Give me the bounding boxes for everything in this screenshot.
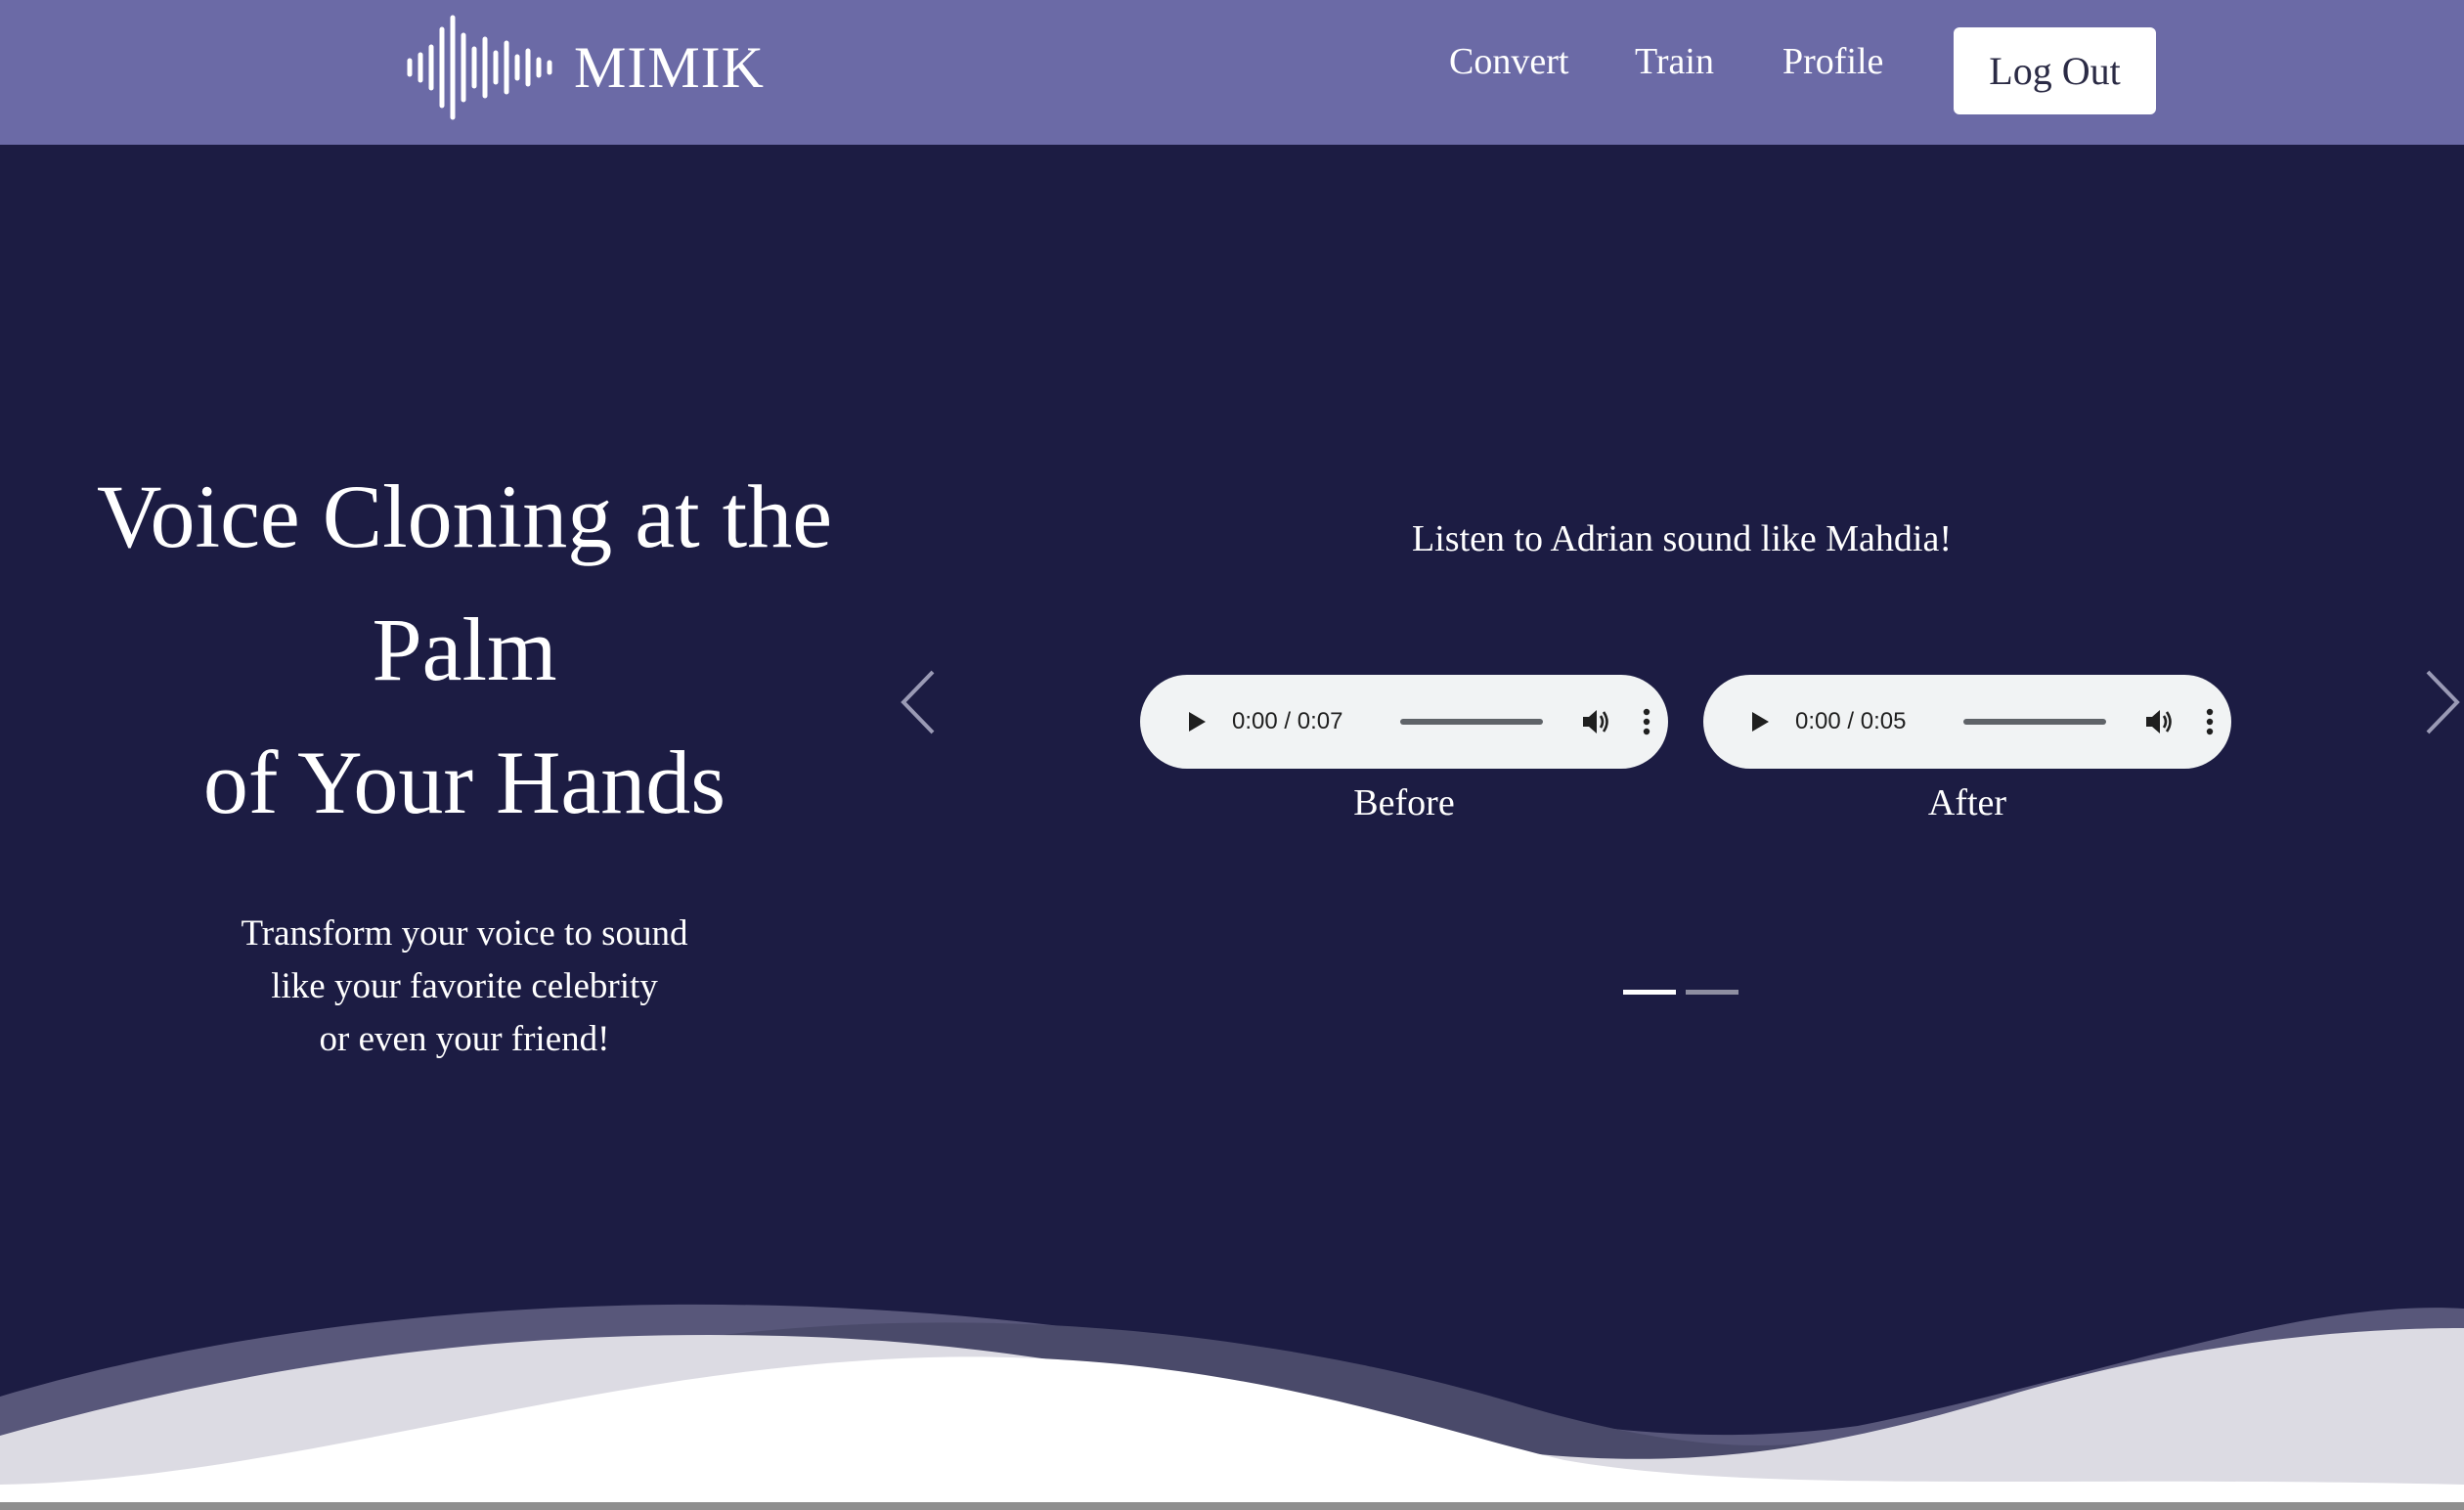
hero-subtitle: Transform your voice to sound like your … xyxy=(0,908,929,1066)
page-bottom-bar xyxy=(0,1502,2464,1510)
nav-link-convert[interactable]: Convert xyxy=(1449,37,1568,86)
audio-player-after[interactable]: 0:00 / 0:05 xyxy=(1703,675,2231,769)
hero-subtitle-line-2: like your favorite celebrity xyxy=(271,966,658,1006)
carousel-prev-button[interactable] xyxy=(892,658,950,746)
seek-bar-after[interactable] xyxy=(1963,719,2106,725)
play-icon xyxy=(1752,712,1769,732)
chevron-right-icon xyxy=(2426,670,2460,734)
play-icon xyxy=(1189,712,1206,732)
more-options-button-after[interactable] xyxy=(2200,704,2220,739)
carousel-next-button[interactable] xyxy=(2410,658,2464,746)
slide-caption: Listen to Adrian sound like Mahdia! xyxy=(1412,518,1952,559)
top-navbar: MIMIK Convert Train Profile Log Out xyxy=(0,0,2464,145)
audio-player-before[interactable]: 0:00 / 0:07 xyxy=(1140,675,1668,769)
soundwave-icon xyxy=(407,15,552,120)
player-time-before: 0:00 / 0:07 xyxy=(1232,708,1343,734)
hero-title-line-2: of Your Hands xyxy=(202,733,726,832)
carousel-indicators xyxy=(1623,990,1738,995)
chevron-left-icon xyxy=(901,670,935,734)
hero-subtitle-line-1: Transform your voice to sound xyxy=(241,913,688,954)
more-vertical-icon xyxy=(1643,708,1650,735)
volume-button-before[interactable] xyxy=(1578,704,1613,739)
hero-subtitle-line-3: or even your friend! xyxy=(319,1019,610,1059)
hero-text-block: Voice Cloning at the Palm of Your Hands … xyxy=(0,450,929,1066)
hero-title: Voice Cloning at the Palm of Your Hands xyxy=(0,450,929,849)
hero-title-line-1: Voice Cloning at the Palm xyxy=(96,466,833,699)
logout-button[interactable]: Log Out xyxy=(1954,27,2156,114)
play-button-after[interactable] xyxy=(1738,700,1782,743)
volume-button-after[interactable] xyxy=(2141,704,2177,739)
player-time-after: 0:00 / 0:05 xyxy=(1795,708,1907,734)
player-label-before: Before xyxy=(1353,782,1455,823)
carousel-indicator-2[interactable] xyxy=(1686,990,1738,995)
seek-bar-before[interactable] xyxy=(1400,719,1543,725)
volume-icon xyxy=(2146,710,2172,733)
volume-icon xyxy=(1583,710,1608,733)
more-vertical-icon xyxy=(2206,708,2214,735)
nav-link-profile[interactable]: Profile xyxy=(1782,37,1883,86)
brand-logo-link[interactable]: MIMIK xyxy=(406,14,765,121)
more-options-button-before[interactable] xyxy=(1637,704,1656,739)
nav-link-train[interactable]: Train xyxy=(1635,37,1714,86)
hero-section: Voice Cloning at the Palm of Your Hands … xyxy=(0,145,2464,1510)
player-label-after: After xyxy=(1927,782,2007,823)
play-button-before[interactable] xyxy=(1175,700,1218,743)
carousel-indicator-1[interactable] xyxy=(1623,990,1676,995)
brand-name: MIMIK xyxy=(574,35,765,100)
decorative-waves xyxy=(0,1304,2464,1510)
